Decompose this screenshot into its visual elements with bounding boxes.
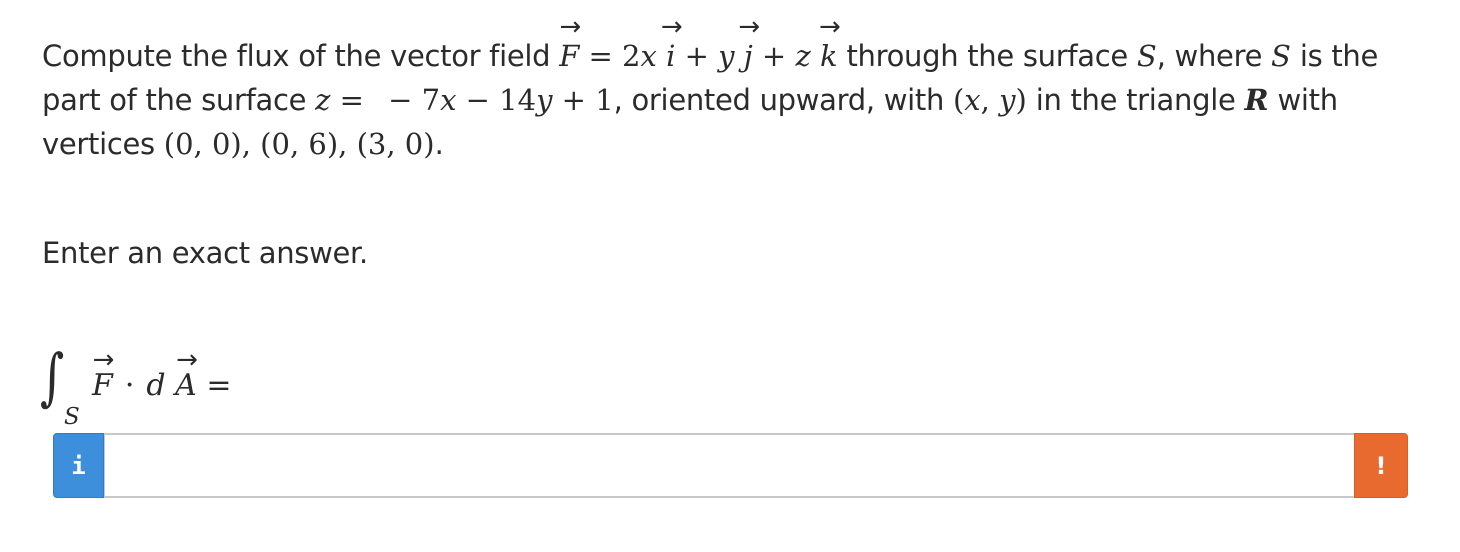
triangle-vertices: (0, 0), (0, 6), (3, 0): [163, 127, 435, 161]
warning-button[interactable]: !: [1354, 433, 1408, 498]
instruction-text: Enter an exact answer.: [42, 236, 368, 270]
vector-A: A →: [175, 345, 198, 403]
question-text-part: .: [434, 127, 444, 161]
math-var-z: z: [795, 39, 811, 73]
question-text-part: through the surface: [837, 39, 1137, 73]
math-text: ,: [980, 83, 1000, 117]
vector-F: F →: [559, 12, 582, 73]
math-var-S: S: [1136, 39, 1157, 73]
flux-integral-label: ∫ S F → · d A → =: [40, 346, 300, 436]
math-var-x: x: [964, 83, 981, 117]
vector-arrow-icon: →: [738, 12, 761, 42]
dot-product: ·: [124, 368, 135, 403]
question-text-part: , oriented upward, with: [613, 83, 953, 117]
math-var-y: y: [999, 83, 1016, 117]
question-text-part: Compute the flux of the vector field: [42, 39, 560, 73]
math-text: = 2: [579, 39, 641, 73]
question-text: Compute the flux of the vector field F → …: [42, 12, 1432, 166]
math-var-x: x: [640, 39, 657, 73]
math-var-y: y: [718, 39, 735, 73]
math-var-z: z: [315, 83, 331, 117]
exclamation-icon: !: [1375, 451, 1387, 480]
vector-arrow-icon: →: [92, 345, 115, 375]
math-var-x: x: [440, 83, 457, 117]
answer-input[interactable]: [104, 433, 1354, 498]
vector-arrow-icon: →: [818, 12, 841, 42]
math-text: +: [675, 39, 719, 73]
math-var-d: d: [146, 368, 166, 403]
math-var-S: S: [1271, 39, 1291, 73]
question-text-part: in the triangle: [1026, 83, 1245, 117]
vector-arrow-icon: →: [559, 12, 582, 42]
math-text: = − 7: [330, 83, 441, 117]
math-text: (: [952, 83, 965, 117]
vector-j: j →: [738, 12, 761, 73]
question-text-part: , where: [1156, 39, 1272, 73]
integral-sign: ∫: [40, 340, 65, 413]
math-text: ): [1015, 83, 1027, 117]
vector-i: i →: [660, 12, 683, 73]
info-button[interactable]: i: [53, 433, 104, 498]
math-var-R: R: [1244, 83, 1269, 117]
info-icon: i: [71, 451, 86, 480]
vector-arrow-icon: →: [176, 345, 198, 375]
vector-k: k →: [818, 12, 841, 73]
math-var-y: y: [536, 83, 553, 117]
math-text: + 1: [552, 83, 614, 117]
vector-F: F →: [92, 345, 115, 403]
equals-sign: =: [196, 368, 232, 403]
vector-arrow-icon: →: [660, 12, 683, 42]
math-text: +: [752, 39, 796, 73]
integral-body: F → · d A → =: [92, 345, 232, 403]
math-text: − 14: [456, 83, 537, 117]
integral-subscript: S: [64, 404, 80, 430]
